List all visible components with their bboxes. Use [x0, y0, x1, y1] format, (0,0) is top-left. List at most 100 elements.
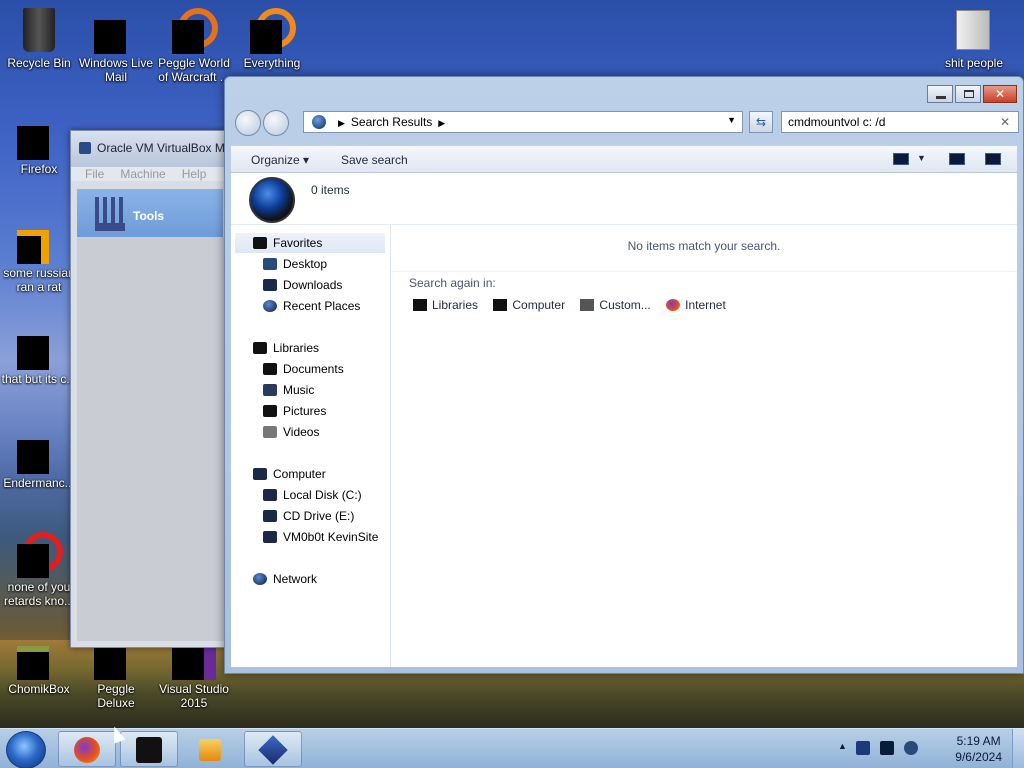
network-tray-icon[interactable] — [856, 741, 870, 755]
show-hidden-icons-icon[interactable]: ▲ — [838, 741, 847, 751]
taskbar-explorer[interactable] — [120, 731, 178, 767]
virtualbox-body — [77, 237, 229, 641]
taskbar: ▲ 5:19 AM 9/6/2024 — [0, 728, 1024, 768]
mail-icon — [94, 20, 126, 54]
desktop-icon-recycle-bin[interactable]: Recycle Bin — [1, 6, 77, 70]
nav-network[interactable]: Network — [253, 569, 317, 589]
desktop-icon-chomikbox[interactable]: ChomikBox — [1, 632, 77, 696]
nav-downloads[interactable]: Downloads — [263, 275, 342, 295]
desktop-icon-endermanch[interactable]: Endermanc... — [1, 426, 77, 490]
display-tray-icon[interactable] — [880, 741, 894, 755]
refresh-button[interactable]: ⇆ — [749, 111, 773, 133]
help-icon[interactable] — [985, 153, 1001, 165]
nav-desktop[interactable]: Desktop — [263, 254, 327, 274]
desktop-icon-none-of-you[interactable]: none of you retards kno... — [1, 530, 77, 608]
address-bar[interactable]: ▶ Search Results ▶ ▼ — [303, 111, 743, 133]
pictures-icon — [263, 405, 277, 417]
desktop-icon-shit-people[interactable]: shit people — [936, 6, 1012, 70]
address-dropdown-icon[interactable]: ▼ — [727, 115, 736, 125]
explorer-window[interactable]: ✕ ▶ Search Results ▶ ▼ ⇆ cmdmountvol c: /d… — [224, 76, 1024, 674]
menu-help[interactable]: Help — [182, 167, 207, 181]
desktop-icon — [263, 258, 277, 270]
refresh-icon: ⇆ — [755, 115, 767, 129]
breadcrumb-search-results[interactable]: Search Results — [351, 115, 432, 129]
firefox-icon — [74, 737, 100, 763]
nav-documents[interactable]: Documents — [263, 359, 344, 379]
network-drive-icon — [263, 531, 277, 543]
taskbar-firefox[interactable] — [58, 731, 116, 767]
recycle-bin-icon — [23, 8, 55, 52]
save-search-button[interactable]: Save search — [341, 153, 408, 167]
minimize-icon — [936, 96, 946, 99]
tools-icon — [95, 197, 125, 231]
minimize-button[interactable] — [927, 85, 953, 103]
taskbar-virtualbox[interactable] — [244, 731, 302, 767]
maximize-button[interactable] — [955, 85, 981, 103]
search-input[interactable]: cmdmountvol c: /d ✕ — [781, 111, 1019, 133]
libraries-icon — [413, 299, 427, 311]
organize-button[interactable]: Organize ▾ — [251, 153, 309, 167]
nav-videos[interactable]: Videos — [263, 422, 319, 442]
show-desktop-button[interactable] — [1012, 729, 1024, 768]
navigation-pane[interactable]: Favorites Desktop Downloads Recent Place… — [231, 225, 391, 667]
search-again-custom[interactable]: Custom... — [580, 298, 651, 312]
desktop-icon-windows-live-mail[interactable]: Windows Live Mail — [78, 6, 154, 84]
virtualbox-icon — [258, 735, 288, 765]
peggle-icon — [94, 646, 126, 680]
volume-tray-icon[interactable] — [904, 741, 918, 755]
search-again-internet[interactable]: Internet — [666, 298, 726, 312]
menu-machine[interactable]: Machine — [120, 167, 165, 181]
breadcrumb-arrow-icon[interactable]: ▶ — [438, 118, 445, 128]
desktop-icon-russian-rat[interactable]: some russian ran a rat — [1, 216, 77, 294]
nav-network-share[interactable]: VM0b0t KevinSite — [263, 527, 378, 547]
search-again-options: Libraries Computer Custom... Internet — [413, 298, 738, 312]
taskbar-media-player[interactable] — [182, 731, 240, 767]
clear-search-icon[interactable]: ✕ — [1000, 115, 1010, 129]
view-options-chevron-icon[interactable]: ▼ — [917, 153, 926, 163]
explorer-content: 0 items Favorites Desktop Downloads Rece… — [231, 173, 1017, 667]
change-view-icon[interactable] — [893, 153, 909, 165]
desktop-icon-firefox[interactable]: Firefox — [1, 112, 77, 176]
forward-button[interactable] — [263, 110, 289, 136]
cd-drive-icon — [263, 510, 277, 522]
search-again-computer[interactable]: Computer — [493, 298, 565, 312]
caption-buttons: ✕ — [925, 85, 1017, 103]
recent-places-icon — [263, 300, 277, 312]
start-button[interactable] — [6, 731, 46, 768]
nav-local-disk[interactable]: Local Disk (C:) — [263, 485, 362, 505]
back-button[interactable] — [235, 110, 261, 136]
local-disk-icon — [263, 489, 277, 501]
app-icon — [17, 336, 49, 370]
search-again-libraries[interactable]: Libraries — [413, 298, 478, 312]
virtualbox-title[interactable]: Oracle VM VirtualBox M — [71, 131, 229, 167]
preview-pane-icon[interactable] — [949, 153, 965, 165]
maximize-icon — [964, 90, 974, 98]
firefox-icon — [17, 126, 49, 160]
desktop-icon-that-but-its[interactable]: that but its c... — [1, 322, 77, 386]
desktop-icon-peggle-wow[interactable]: Peggle World of Warcraft ... — [156, 6, 232, 84]
close-button[interactable]: ✕ — [983, 85, 1017, 103]
app-icon — [17, 440, 49, 474]
search-again-label: Search again in: — [409, 276, 496, 290]
no-items-message: No items match your search. — [627, 239, 781, 253]
custom-folder-icon — [580, 299, 595, 311]
nav-favorites[interactable]: Favorites — [235, 233, 385, 253]
nav-music[interactable]: Music — [263, 380, 314, 400]
nav-cd-drive[interactable]: CD Drive (E:) — [263, 506, 354, 526]
folder-icon — [956, 10, 990, 50]
desktop-icon-everything[interactable]: Everything — [234, 6, 310, 70]
nav-computer[interactable]: Computer — [253, 464, 326, 484]
firefox-icon — [666, 299, 681, 311]
nav-pictures[interactable]: Pictures — [263, 401, 326, 421]
virtualbox-window[interactable]: Oracle VM VirtualBox M File Machine Help T… — [70, 130, 230, 648]
downloads-icon — [263, 279, 277, 291]
libraries-icon — [253, 342, 267, 354]
nav-recent-places[interactable]: Recent Places — [263, 296, 360, 316]
documents-icon — [263, 363, 277, 375]
nav-libraries[interactable]: Libraries — [253, 338, 319, 358]
search-results-large-icon — [249, 177, 295, 223]
system-tray: ▲ 5:19 AM 9/6/2024 — [834, 729, 1024, 768]
menu-file[interactable]: File — [85, 167, 104, 181]
clock[interactable]: 5:19 AM 9/6/2024 — [955, 733, 1002, 765]
search-summary: 0 items — [231, 173, 1017, 225]
